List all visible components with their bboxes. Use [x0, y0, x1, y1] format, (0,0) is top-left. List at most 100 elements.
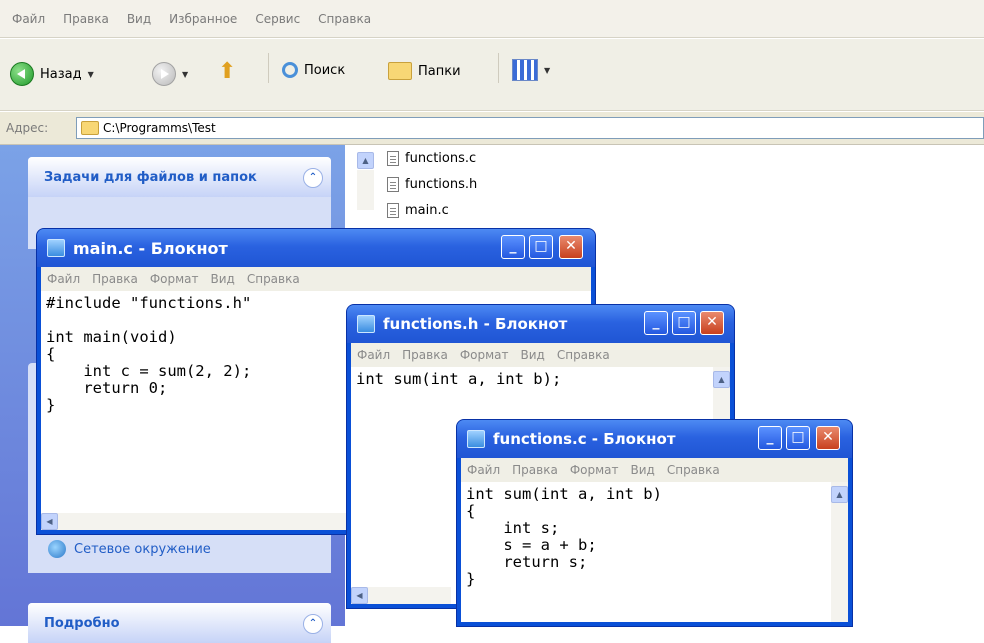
folder-icon: [81, 121, 99, 135]
menu-view[interactable]: Вид: [521, 348, 545, 362]
notepad-icon: [357, 315, 375, 333]
close-button[interactable]: ✕: [816, 426, 840, 450]
forward-dropdown-icon[interactable]: ▼: [182, 70, 188, 79]
notepad-text[interactable]: int sum(int a, int b);: [351, 367, 730, 392]
up-folder-button[interactable]: ⬆: [218, 59, 236, 84]
toolbar-separator: [268, 53, 269, 83]
notepad-menubar: Файл Правка Формат Вид Справка: [461, 458, 848, 482]
minimize-button[interactable]: _: [501, 235, 525, 259]
notepad-window-functions-c: functions.c - Блокнот _ □ ✕ Файл Правка …: [457, 420, 852, 626]
file-name: functions.h: [405, 177, 478, 192]
address-bar: Адрес: C:\Programms\Test: [0, 112, 984, 145]
menu-format[interactable]: Формат: [570, 463, 619, 477]
notepad-titlebar[interactable]: main.c - Блокнот _ □ ✕: [37, 229, 595, 267]
menu-favorites[interactable]: Избранное: [169, 12, 237, 26]
file-item[interactable]: functions.c: [387, 151, 476, 166]
address-label: Адрес:: [6, 121, 49, 135]
text-file-icon: [387, 177, 399, 192]
menu-view[interactable]: Вид: [211, 272, 235, 286]
menu-file[interactable]: Файл: [47, 272, 80, 286]
file-item[interactable]: functions.h: [387, 177, 477, 192]
close-button[interactable]: ✕: [700, 311, 724, 335]
vertical-scrollbar[interactable]: ▲: [831, 482, 848, 622]
menu-edit[interactable]: Правка: [402, 348, 448, 362]
folders-label: Папки: [418, 63, 461, 79]
maximize-button[interactable]: □: [529, 235, 553, 259]
back-dropdown-icon[interactable]: ▼: [88, 70, 94, 79]
views-dropdown-icon[interactable]: ▼: [544, 66, 550, 75]
collapse-chevron-icon[interactable]: ⌃: [303, 614, 323, 634]
menu-help[interactable]: Справка: [318, 12, 371, 26]
menu-format[interactable]: Формат: [460, 348, 509, 362]
explorer-toolbar: Назад ▼ ▼ ⬆ Поиск Папки ▼: [0, 39, 984, 111]
details-panel: Подробно ⌃: [28, 603, 331, 643]
minimize-button[interactable]: _: [644, 311, 668, 335]
notepad-editor[interactable]: int sum(int a, int b) { int s; s = a + b…: [461, 482, 848, 622]
details-panel-title: Подробно: [44, 615, 120, 631]
notepad-titlebar[interactable]: functions.c - Блокнот _ □ ✕: [457, 420, 852, 458]
search-icon: [282, 62, 298, 78]
toolbar-separator: [498, 53, 499, 83]
menu-file[interactable]: Файл: [467, 463, 500, 477]
tasks-panel-title: Задачи для файлов и папок: [44, 169, 257, 185]
notepad-title: main.c - Блокнот: [73, 238, 228, 258]
minimize-button[interactable]: _: [758, 426, 782, 450]
menu-view[interactable]: Вид: [631, 463, 655, 477]
file-list-scrollbar[interactable]: [357, 170, 374, 210]
notepad-text[interactable]: int sum(int a, int b) { int s; s = a + b…: [461, 482, 848, 592]
notepad-icon: [47, 239, 65, 257]
search-label: Поиск: [304, 62, 346, 78]
close-button[interactable]: ✕: [559, 235, 583, 259]
scroll-up-icon[interactable]: ▲: [713, 371, 730, 388]
network-places-link[interactable]: Сетевое окружение: [48, 540, 211, 558]
text-file-icon: [387, 203, 399, 218]
network-label: Сетевое окружение: [74, 541, 211, 557]
text-file-icon: [387, 151, 399, 166]
menu-file[interactable]: Файл: [357, 348, 390, 362]
scroll-up-icon[interactable]: ▲: [831, 486, 848, 503]
notepad-titlebar[interactable]: functions.h - Блокнот _ □ ✕: [347, 305, 734, 343]
address-field[interactable]: C:\Programms\Test: [76, 117, 984, 139]
notepad-menubar: Файл Правка Формат Вид Справка: [351, 343, 730, 367]
menu-tools[interactable]: Сервис: [255, 12, 300, 26]
views-button[interactable]: ▼: [512, 59, 550, 81]
network-icon: [48, 540, 66, 558]
back-label: Назад: [40, 66, 82, 82]
up-folder-icon: ⬆: [218, 59, 237, 84]
maximize-button[interactable]: □: [672, 311, 696, 335]
explorer-menubar: Файл Правка Вид Избранное Сервис Справка: [0, 0, 984, 38]
menu-format[interactable]: Формат: [150, 272, 199, 286]
maximize-button[interactable]: □: [786, 426, 810, 450]
notepad-menubar: Файл Правка Формат Вид Справка: [41, 267, 591, 291]
address-value: C:\Programms\Test: [103, 121, 216, 135]
scroll-left-icon[interactable]: ◀: [41, 513, 58, 530]
menu-help[interactable]: Справка: [247, 272, 300, 286]
details-panel-header[interactable]: Подробно ⌃: [28, 603, 331, 643]
folders-icon: [388, 62, 412, 80]
tasks-panel-header[interactable]: Задачи для файлов и папок ⌃: [28, 157, 331, 197]
notepad-title: functions.c - Блокнот: [493, 430, 676, 448]
menu-help[interactable]: Справка: [557, 348, 610, 362]
back-arrow-icon: [10, 62, 34, 86]
menu-edit[interactable]: Правка: [512, 463, 558, 477]
notepad-title: functions.h - Блокнот: [383, 315, 568, 333]
horizontal-scrollbar[interactable]: ◀: [351, 587, 451, 604]
folders-button[interactable]: Папки: [388, 62, 461, 80]
menu-file[interactable]: Файл: [12, 12, 45, 26]
menu-view[interactable]: Вид: [127, 12, 151, 26]
menu-edit[interactable]: Правка: [63, 12, 109, 26]
forward-button[interactable]: ▼: [152, 62, 188, 86]
back-button[interactable]: Назад ▼: [10, 62, 94, 86]
file-list-scroll-up[interactable]: ▲: [357, 152, 374, 169]
scroll-left-icon[interactable]: ◀: [351, 587, 368, 604]
collapse-chevron-icon[interactable]: ⌃: [303, 168, 323, 188]
search-button[interactable]: Поиск: [282, 62, 345, 78]
menu-edit[interactable]: Правка: [92, 272, 138, 286]
file-name: functions.c: [405, 151, 477, 166]
forward-arrow-icon: [152, 62, 176, 86]
menu-help[interactable]: Справка: [667, 463, 720, 477]
file-name: main.c: [405, 203, 449, 218]
notepad-icon: [467, 430, 485, 448]
file-item[interactable]: main.c: [387, 203, 449, 218]
views-icon: [512, 59, 538, 81]
